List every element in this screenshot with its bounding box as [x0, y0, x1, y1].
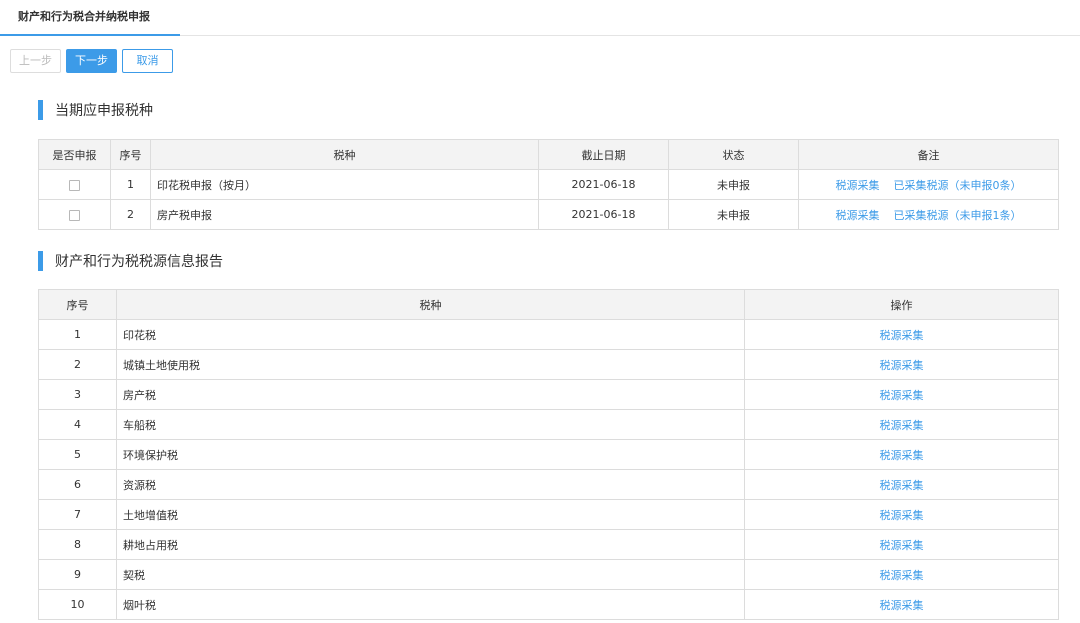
section-current-tax-title: 当期应申报税种 — [38, 99, 153, 121]
row-remark: 税源采集 已采集税源（未申报1条） — [798, 199, 1059, 230]
tax-source-collect-link[interactable]: 税源采集 — [880, 419, 924, 432]
tax-source-collect-link[interactable]: 税源采集 — [836, 179, 880, 192]
col-header-tax: 税种 — [116, 289, 745, 320]
row-no: 2 — [38, 349, 117, 380]
row-tax: 车船税 — [116, 409, 745, 440]
row-op-cell: 税源采集 — [744, 349, 1059, 380]
table-row: 10 烟叶税 税源采集 — [38, 589, 1059, 620]
table-row: 1 印花税 税源采集 — [38, 319, 1059, 350]
row-tax: 房产税申报 — [150, 199, 539, 230]
table-row: 2 城镇土地使用税 税源采集 — [38, 349, 1059, 380]
row-no: 5 — [38, 439, 117, 470]
row-op-cell: 税源采集 — [744, 379, 1059, 410]
row-op-cell: 税源采集 — [744, 409, 1059, 440]
table-row: 1 印花税申报（按月） 2021-06-18 未申报 税源采集 已采集税源（未申报… — [38, 169, 1059, 200]
row-status: 未申报 — [668, 169, 799, 200]
row-no: 8 — [38, 529, 117, 560]
tax-source-collect-link[interactable]: 税源采集 — [880, 569, 924, 582]
row-no: 1 — [38, 319, 117, 350]
declare-checkbox[interactable] — [69, 179, 80, 191]
tab-bar: 财产和行为税合并纳税申报 — [0, 0, 1080, 36]
table-header-row: 是否申报 序号 税种 截止日期 状态 备注 — [38, 139, 1059, 170]
section-title-text: 财产和行为税税源信息报告 — [55, 254, 223, 270]
tax-source-collect-link[interactable]: 税源采集 — [880, 599, 924, 612]
row-tax: 城镇土地使用税 — [116, 349, 745, 380]
col-header-deadline: 截止日期 — [538, 139, 669, 170]
row-tax: 环境保护税 — [116, 439, 745, 470]
tax-source-table: 序号 税种 操作 1 印花税 税源采集 2 城镇土地使用税 税源采集 3 房产税 税源采集 … — [38, 289, 1059, 620]
section-tax-source-title: 财产和行为税税源信息报告 — [38, 250, 223, 272]
row-op-cell: 税源采集 — [744, 469, 1059, 500]
cancel-button[interactable]: 取消 — [122, 49, 173, 73]
current-tax-table: 是否申报 序号 税种 截止日期 状态 备注 1 印花税申报（按月） 2021-0… — [38, 139, 1059, 230]
row-tax: 房产税 — [116, 379, 745, 410]
tax-source-collect-link[interactable]: 税源采集 — [880, 449, 924, 462]
row-tax: 烟叶税 — [116, 589, 745, 620]
row-no: 10 — [38, 589, 117, 620]
tax-source-collect-link[interactable]: 税源采集 — [880, 329, 924, 342]
row-op-cell: 税源采集 — [744, 319, 1059, 350]
row-remark: 税源采集 已采集税源（未申报0条） — [798, 169, 1059, 200]
tab-property-behavior-tax[interactable]: 财产和行为税合并纳税申报 — [0, 0, 180, 36]
col-header-no: 序号 — [38, 289, 117, 320]
row-no: 4 — [38, 409, 117, 440]
table-row: 7 土地增值税 税源采集 — [38, 499, 1059, 530]
tax-source-collect-link[interactable]: 税源采集 — [880, 479, 924, 492]
table-row: 8 耕地占用税 税源采集 — [38, 529, 1059, 560]
tax-source-collect-link[interactable]: 税源采集 — [880, 359, 924, 372]
col-header-status: 状态 — [668, 139, 799, 170]
row-deadline: 2021-06-18 — [538, 169, 669, 200]
row-tax: 资源税 — [116, 469, 745, 500]
section-marker — [38, 251, 43, 271]
row-op-cell: 税源采集 — [744, 559, 1059, 590]
table-row: 2 房产税申报 2021-06-18 未申报 税源采集 已采集税源（未申报1条） — [38, 199, 1059, 230]
table-row: 6 资源税 税源采集 — [38, 469, 1059, 500]
col-header-declare: 是否申报 — [38, 139, 111, 170]
section-marker — [38, 100, 43, 120]
declare-checkbox-cell — [38, 199, 111, 230]
collected-sources-link[interactable]: 已采集税源（未申报0条） — [894, 179, 1022, 192]
col-header-operation: 操作 — [744, 289, 1059, 320]
row-deadline: 2021-06-18 — [538, 199, 669, 230]
table-row: 3 房产税 税源采集 — [38, 379, 1059, 410]
row-tax: 印花税申报（按月） — [150, 169, 539, 200]
tax-source-collect-link[interactable]: 税源采集 — [880, 389, 924, 402]
toolbar: 上一步 下一步 取消 — [10, 49, 173, 73]
table-row: 4 车船税 税源采集 — [38, 409, 1059, 440]
col-header-remark: 备注 — [798, 139, 1059, 170]
table-row: 9 契税 税源采集 — [38, 559, 1059, 590]
row-tax: 印花税 — [116, 319, 745, 350]
row-no: 6 — [38, 469, 117, 500]
section-title-text: 当期应申报税种 — [55, 103, 153, 119]
row-op-cell: 税源采集 — [744, 499, 1059, 530]
tax-source-collect-link[interactable]: 税源采集 — [880, 509, 924, 522]
tax-source-collect-link[interactable]: 税源采集 — [880, 539, 924, 552]
row-no: 1 — [110, 169, 151, 200]
declare-checkbox[interactable] — [69, 209, 80, 221]
row-op-cell: 税源采集 — [744, 589, 1059, 620]
declare-checkbox-cell — [38, 169, 111, 200]
row-no: 2 — [110, 199, 151, 230]
table-row: 5 环境保护税 税源采集 — [38, 439, 1059, 470]
col-header-no: 序号 — [110, 139, 151, 170]
row-tax: 耕地占用税 — [116, 529, 745, 560]
col-header-tax: 税种 — [150, 139, 539, 170]
row-no: 9 — [38, 559, 117, 590]
row-no: 3 — [38, 379, 117, 410]
row-op-cell: 税源采集 — [744, 439, 1059, 470]
row-tax: 契税 — [116, 559, 745, 590]
table-header-row: 序号 税种 操作 — [38, 289, 1059, 320]
tax-source-collect-link[interactable]: 税源采集 — [836, 209, 880, 222]
prev-step-button[interactable]: 上一步 — [10, 49, 61, 73]
row-op-cell: 税源采集 — [744, 529, 1059, 560]
next-step-button[interactable]: 下一步 — [66, 49, 117, 73]
collected-sources-link[interactable]: 已采集税源（未申报1条） — [894, 209, 1022, 222]
row-tax: 土地增值税 — [116, 499, 745, 530]
row-status: 未申报 — [668, 199, 799, 230]
row-no: 7 — [38, 499, 117, 530]
